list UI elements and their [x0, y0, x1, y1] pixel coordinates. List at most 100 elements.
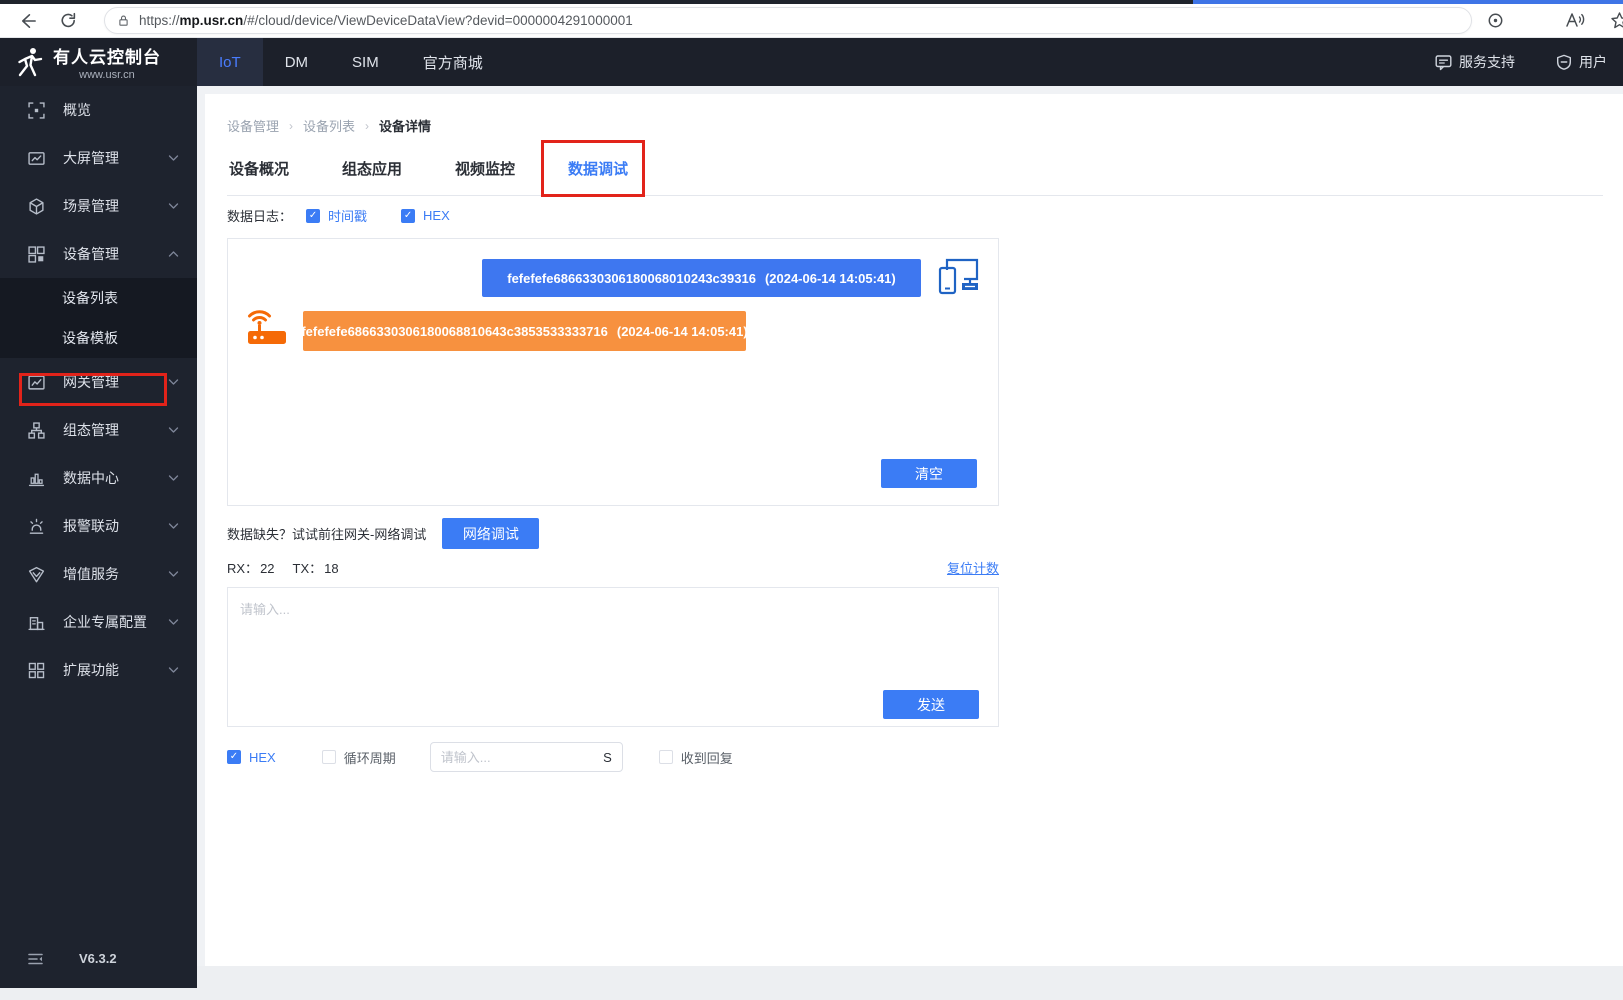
top-nav-iot[interactable]: IoT: [197, 38, 263, 86]
hex-send-option: HEX: [227, 750, 276, 765]
collapse-sidebar-icon[interactable]: [28, 953, 43, 965]
chevron-up-icon: [168, 250, 179, 258]
browser-address-bar[interactable]: https://mp.usr.cn/#/cloud/device/ViewDev…: [104, 7, 1472, 34]
sidebar-item-value-added[interactable]: 增值服务: [0, 550, 197, 598]
timestamp-checkbox[interactable]: [306, 208, 321, 223]
top-nav-dm[interactable]: DM: [263, 38, 330, 86]
received-message-time: (2024-06-14 14:05:41): [616, 323, 748, 339]
chevron-down-icon: [168, 666, 179, 674]
browser-location-icon[interactable]: [1482, 7, 1508, 33]
top-nav-sim[interactable]: SIM: [330, 38, 401, 86]
breadcrumb-item[interactable]: 设备列表: [303, 116, 355, 135]
datalog-options: 数据日志： 时间戳 HEX: [227, 206, 450, 225]
sidebar-item-label: 扩展功能: [63, 662, 119, 678]
app-title: 有人云控制台: [53, 48, 161, 67]
sidebar-item-label: 报警联动: [63, 518, 119, 534]
chevron-down-icon: [168, 202, 179, 210]
shield-user-icon: [1556, 54, 1572, 71]
tab-video-monitor[interactable]: 视频监控: [453, 152, 517, 195]
version-label: V6.3.2: [79, 951, 117, 966]
device-submenu: 设备列表 设备模板: [0, 278, 197, 358]
reset-counter-link[interactable]: 复位计数: [947, 558, 999, 577]
breadcrumb-separator: ›: [289, 118, 294, 133]
sidebar-item-label: 数据中心: [63, 470, 119, 486]
chevron-down-icon: [168, 378, 179, 386]
rx-tx-row: RX： 22 TX： 18 复位计数: [227, 558, 999, 577]
bar-chart-icon: [28, 470, 45, 487]
tab-configuration-app[interactable]: 组态应用: [340, 152, 404, 195]
hex-send-label: HEX: [249, 749, 276, 765]
send-button[interactable]: 发送: [883, 690, 979, 719]
sidebar-item-label: 大屏管理: [63, 150, 119, 166]
chevron-down-icon: [168, 522, 179, 530]
breadcrumb-current: 设备详情: [379, 119, 432, 134]
sidebar-item-gateway[interactable]: 网关管理: [0, 358, 197, 406]
sidebar-item-bigscreen[interactable]: 大屏管理: [0, 134, 197, 182]
url-domain: mp.usr.cn: [179, 13, 244, 28]
sidebar-item-device[interactable]: 设备管理: [0, 230, 197, 278]
router-device-icon: [244, 301, 290, 349]
chevron-down-icon: [168, 154, 179, 162]
rx-value: 22: [260, 561, 275, 576]
chevron-down-icon: [168, 426, 179, 434]
sidebar-item-label: 设备管理: [63, 246, 119, 262]
tab-data-debug[interactable]: 数据调试: [566, 152, 631, 196]
tx-label: TX：: [292, 561, 323, 576]
user-link[interactable]: 用户: [1556, 38, 1607, 86]
datalog-label: 数据日志：: [227, 209, 293, 224]
browser-refresh-icon[interactable]: [54, 7, 82, 35]
support-link[interactable]: 服务支持: [1435, 38, 1515, 86]
tab-device-overview[interactable]: 设备概况: [227, 152, 291, 195]
usr-runner-logo-icon: [16, 47, 44, 77]
sidebar-item-extensions[interactable]: 扩展功能: [0, 646, 197, 694]
send-options-row: HEX 循环周期 S 收到回复: [227, 742, 733, 772]
chevron-down-icon: [168, 618, 179, 626]
rx-tx-counters: RX： 22 TX： 18: [227, 558, 357, 577]
breadcrumb-separator: ›: [365, 118, 370, 133]
clear-button[interactable]: 清空: [881, 459, 977, 488]
sidebar-item-label: 网关管理: [63, 374, 119, 390]
hex-checkbox[interactable]: [401, 208, 416, 223]
sidebar-item-enterprise[interactable]: 企业专属配置: [0, 598, 197, 646]
client-devices-icon: [934, 253, 982, 303]
hex-send-checkbox[interactable]: [227, 750, 241, 764]
url-text: https://mp.usr.cn/#/cloud/device/ViewDev…: [139, 13, 633, 28]
browser-back-icon[interactable]: [14, 7, 42, 35]
sidebar-item-label: 场景管理: [63, 198, 119, 214]
cycle-label: 循环周期: [343, 750, 396, 766]
send-input-panel: 发送: [227, 587, 999, 727]
sidebar-item-overview[interactable]: 概览: [0, 86, 197, 134]
cycle-period-input[interactable]: [430, 749, 604, 765]
sidebar-item-device-template[interactable]: 设备模板: [0, 318, 197, 358]
reply-checkbox[interactable]: [658, 750, 673, 764]
browser-favorites-icon[interactable]: [1606, 7, 1623, 33]
browser-read-aloud-icon[interactable]: [1562, 7, 1588, 33]
breadcrumb-item[interactable]: 设备管理: [227, 116, 279, 135]
reply-option: 收到回复: [658, 748, 733, 767]
logo[interactable]: 有人云控制台 www.usr.cn: [0, 38, 197, 86]
chevron-down-icon: [168, 570, 179, 578]
cycle-option: 循环周期: [321, 748, 396, 767]
top-nav: IoT DM SIM 官方商城: [197, 38, 505, 86]
network-debug-button[interactable]: 网络调试: [442, 518, 540, 549]
sidebar-item-configuration[interactable]: 组态管理: [0, 406, 197, 454]
sidebar-item-label: 增值服务: [63, 566, 119, 582]
sidebar-item-datacenter[interactable]: 数据中心: [0, 454, 197, 502]
sidebar-item-alarm[interactable]: 报警联动: [0, 502, 197, 550]
sidebar-item-device-list[interactable]: 设备列表: [0, 278, 197, 318]
grid-squares-icon: [28, 662, 45, 679]
sidebar-item-label: 企业专属配置: [63, 614, 147, 630]
hex-option: HEX: [401, 208, 450, 223]
lock-icon: [117, 13, 130, 28]
timestamp-label: 时间戳: [328, 209, 368, 224]
sent-message-time: (2024-06-14 14:05:41): [764, 270, 896, 286]
url-path: /#/cloud/device/ViewDeviceDataView?devid…: [243, 13, 633, 28]
cycle-checkbox[interactable]: [321, 750, 336, 764]
sent-message-hex: fefefefe6866330306180068010243c39316: [507, 270, 756, 286]
received-message-hex: fefefefe6866330306180068810643c385353333…: [301, 323, 608, 339]
top-nav-mall[interactable]: 官方商城: [401, 38, 505, 86]
sidebar-item-scene[interactable]: 场景管理: [0, 182, 197, 230]
data-log-panel: fefefefe6866330306180068010243c39316 (20…: [227, 238, 999, 506]
cycle-unit-label: S: [603, 749, 612, 765]
overview-icon: [28, 101, 45, 119]
